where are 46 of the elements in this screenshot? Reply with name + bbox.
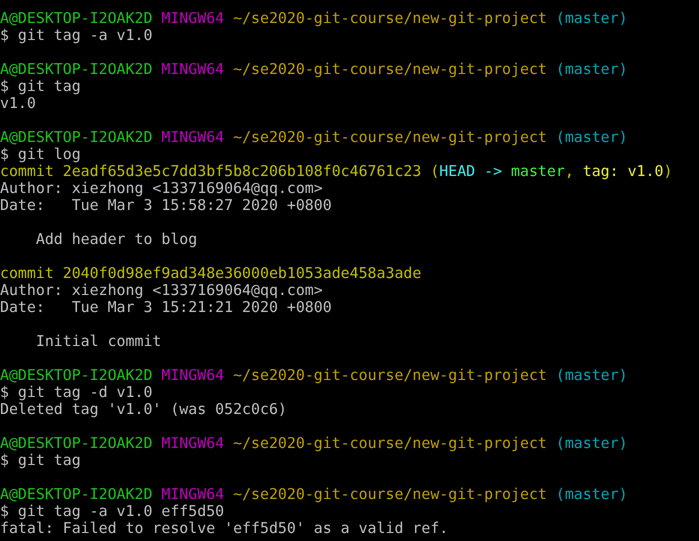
prompt-system: MINGW64: [160, 366, 224, 384]
terminal-text: $ git tag -d v1.0: [0, 383, 152, 401]
prompt-branch: (master): [554, 366, 628, 384]
prompt-path: ~/se2020-git-course/new-git-project: [232, 366, 547, 384]
prompt-user-host: A@DESKTOP-I2OAK2D: [0, 485, 152, 503]
terminal-text: v1.0: [0, 94, 36, 112]
prompt-path: ~/se2020-git-course/new-git-project: [232, 128, 547, 146]
prompt-system: MINGW64: [160, 128, 224, 146]
terminal-text: Date: Tue Mar 3 15:58:27 2020 +0800: [0, 196, 332, 214]
prompt-system: MINGW64: [160, 485, 224, 503]
terminal-text: Date: Tue Mar 3 15:21:21 2020 +0800: [0, 298, 332, 316]
prompt-user-host: A@DESKTOP-I2OAK2D: [0, 60, 152, 78]
tag-ref: tag: v1.0: [582, 162, 664, 180]
terminal-text: $ git tag: [0, 451, 81, 469]
prompt-branch: (master): [554, 434, 628, 452]
prompt-path: ~/se2020-git-course/new-git-project: [232, 60, 547, 78]
prompt-user-host: A@DESKTOP-I2OAK2D: [0, 366, 152, 384]
prompt-branch: (master): [554, 60, 628, 78]
prompt-system: MINGW64: [160, 9, 224, 27]
terminal-text: $ git tag -a v1.0: [0, 26, 152, 44]
prompt-system: MINGW64: [160, 60, 224, 78]
terminal-text: fatal: Failed to resolve 'eff5d50' as a valid ref.: [0, 519, 448, 537]
terminal-text: $ git tag -a v1.0 eff5d50: [0, 502, 224, 520]
prompt-path: ~/se2020-git-course/new-git-project: [232, 9, 547, 27]
terminal-text: Initial commit: [34, 332, 162, 350]
head-ref: HEAD ->: [439, 162, 504, 180]
prompt-user-host: A@DESKTOP-I2OAK2D: [0, 9, 152, 27]
branch-ref: master: [511, 162, 565, 180]
terminal-text: Author: xiezhong <1337169064@qq.com>: [0, 179, 323, 197]
terminal-text: $ git tag: [0, 77, 81, 95]
prompt-path: ~/se2020-git-course/new-git-project: [232, 434, 547, 452]
terminal-text: Author: xiezhong <1337169064@qq.com>: [0, 281, 323, 299]
commit-hash: ,: [564, 162, 575, 180]
prompt-user-host: A@DESKTOP-I2OAK2D: [0, 128, 152, 146]
prompt-branch: (master): [554, 485, 628, 503]
terminal-text: $ git log: [0, 145, 81, 163]
commit-hash: commit 2040f0d98ef9ad348e36000eb1053ade458a3ade: [0, 264, 422, 282]
prompt-path: ~/se2020-git-course/new-git-project: [232, 485, 547, 503]
prompt-system: MINGW64: [160, 434, 224, 452]
prompt-user-host: A@DESKTOP-I2OAK2D: [0, 434, 152, 452]
prompt-branch: (master): [554, 9, 628, 27]
terminal-text: Deleted tag 'v1.0' (was 052c0c6): [0, 400, 287, 418]
terminal-text: Add header to blog: [34, 230, 198, 248]
prompt-branch: (master): [554, 128, 628, 146]
commit-hash: ): [663, 162, 672, 180]
commit-hash: commit 2eadf65d3e5c7dd3bf5b8c206b108f0c46761c23 (: [0, 162, 440, 180]
